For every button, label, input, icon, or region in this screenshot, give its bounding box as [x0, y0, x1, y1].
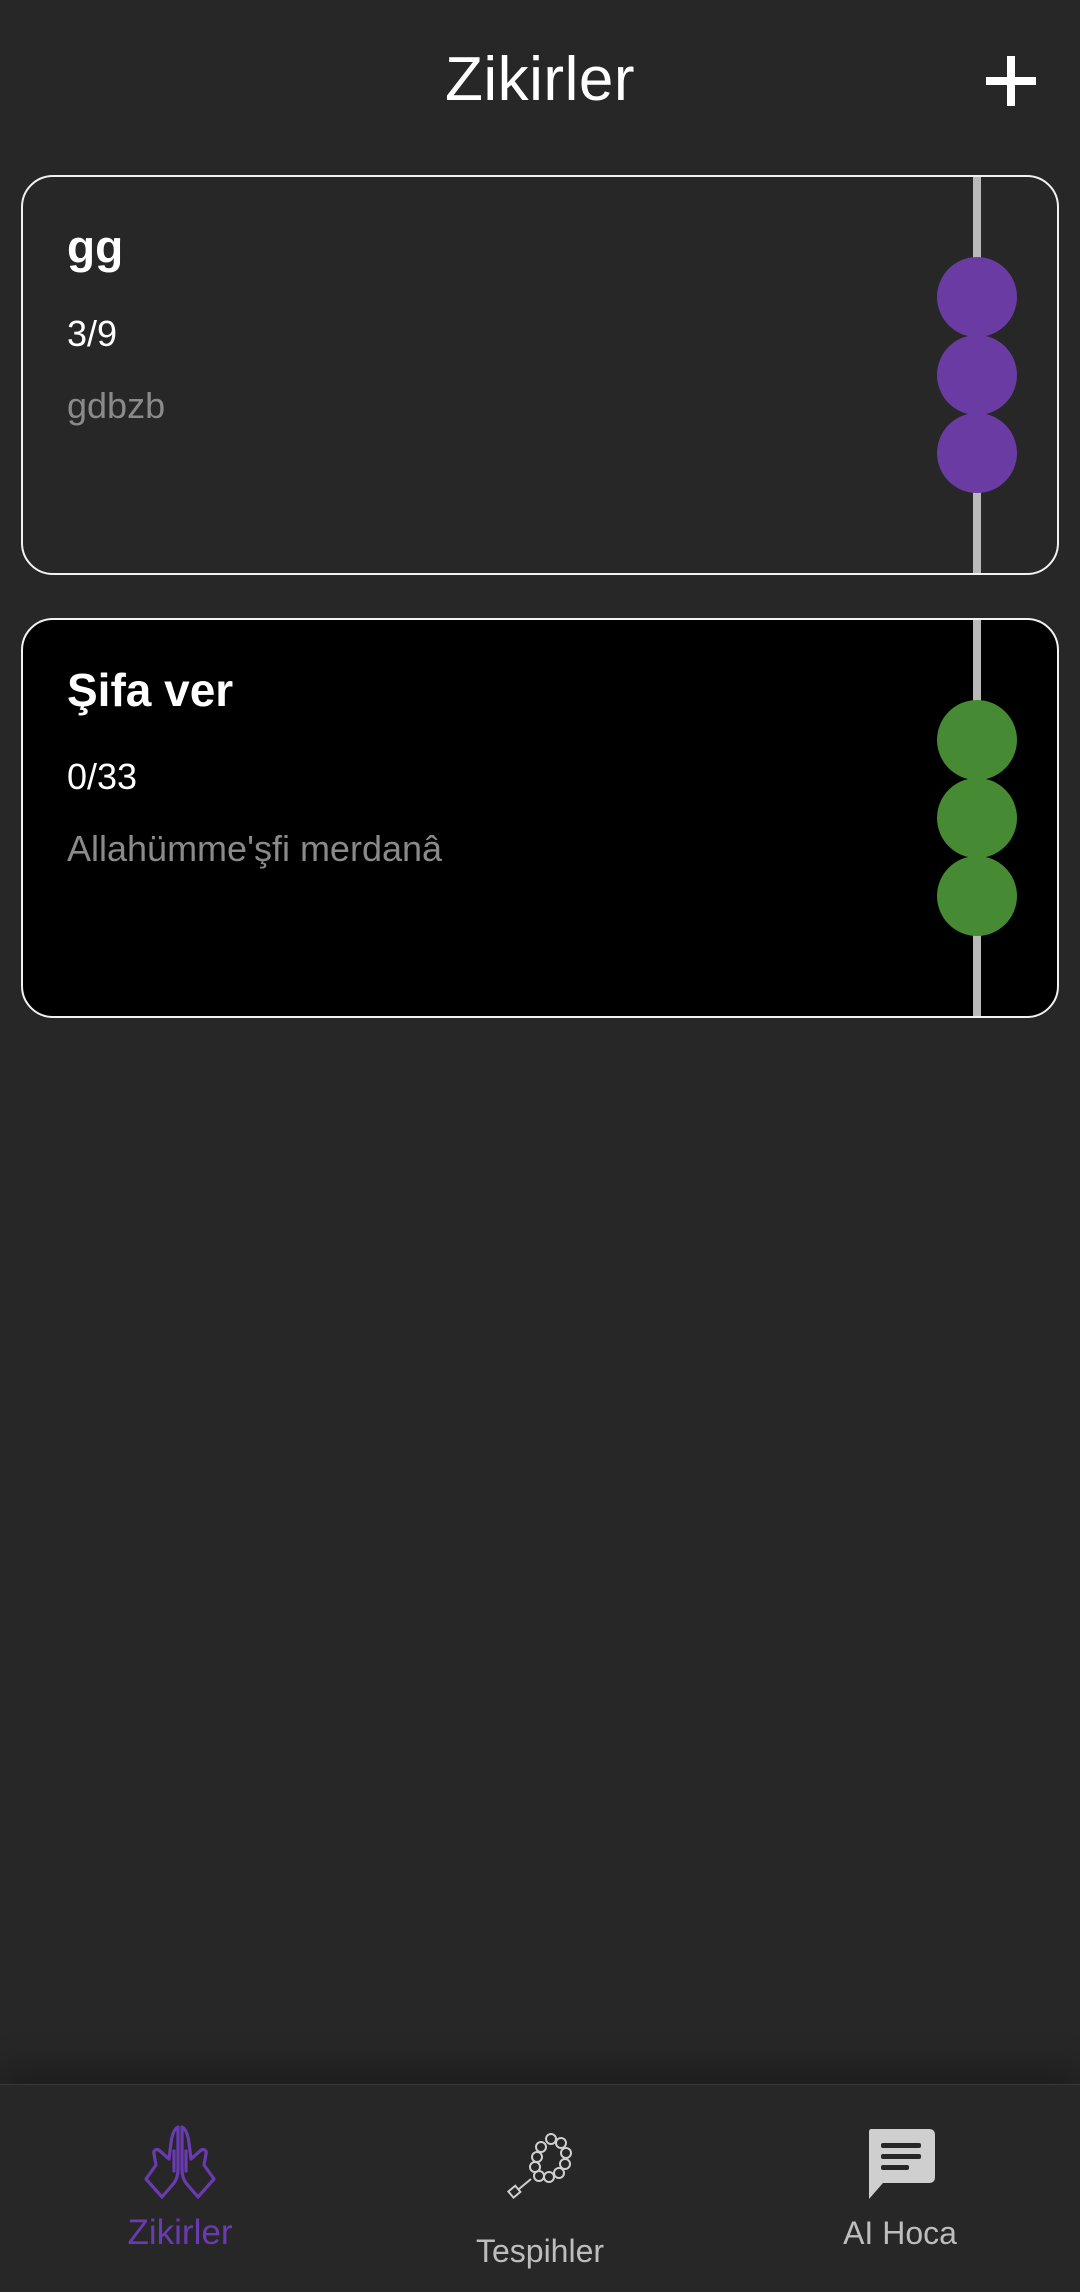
bead: [937, 413, 1017, 493]
zikir-description: gdbzb: [67, 385, 166, 426]
bead: [937, 335, 1017, 415]
plus-icon: [986, 56, 1036, 106]
zikir-description: Allahümme'şfi merdanâ: [67, 828, 443, 869]
nav-item-tespihler[interactable]: Tespihler: [360, 2085, 720, 2292]
bead: [937, 257, 1017, 337]
zikir-count: 3/9: [67, 313, 118, 354]
chat-bubble-icon: [869, 2129, 935, 2199]
nav-item-ai-hoca[interactable]: AI Hoca: [720, 2085, 1080, 2292]
zikir-title: Şifa ver: [67, 664, 234, 716]
bead: [937, 856, 1017, 936]
nav-item-zikirler[interactable]: Zikirler: [0, 2085, 360, 2292]
bead: [937, 700, 1017, 780]
add-zikir-button[interactable]: [976, 46, 1046, 116]
bottom-navigation: Zikirler Tespihler AI Hoca: [0, 2084, 1080, 2292]
zikir-card[interactable]: gg 3/9 gdbzb: [21, 175, 1059, 575]
zikir-card[interactable]: Şifa ver 0/33 Allahümme'şfi merdanâ: [21, 618, 1059, 1018]
bead: [937, 778, 1017, 858]
app-screen: Zikirler gg 3/9 gdbzb Şifa ver 0/33 Alla…: [0, 0, 1080, 2292]
zikir-count: 0/33: [67, 756, 138, 797]
zikir-title: gg: [67, 221, 124, 273]
nav-label-zikirler: Zikirler: [127, 2213, 233, 2252]
praying-hands-icon: [144, 2125, 216, 2199]
page-title: Zikirler: [445, 45, 635, 114]
nav-label-tespihler: Tespihler: [475, 2233, 605, 2269]
app-header: Zikirler: [0, 0, 1080, 160]
prayer-beads-icon: [506, 2133, 572, 2200]
nav-label-ai-hoca: AI Hoca: [843, 2215, 957, 2251]
